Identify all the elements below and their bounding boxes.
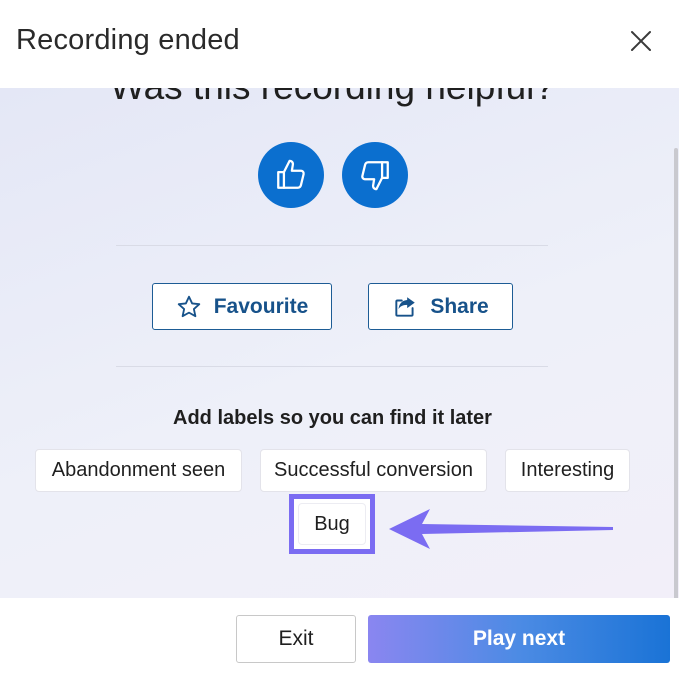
share-icon [395, 296, 416, 317]
dialog-content: Was this recording helpful? Favourite Sh… [0, 88, 679, 598]
label-chip-interesting[interactable]: Interesting [505, 449, 630, 492]
dialog-title: Recording ended [16, 24, 240, 56]
star-icon [177, 295, 200, 317]
label-chip-successful-conversion[interactable]: Successful conversion [260, 449, 487, 492]
label-chip-bug[interactable]: Bug [298, 503, 366, 545]
scrollbar[interactable] [674, 148, 678, 598]
thumbs-down-icon [361, 161, 389, 191]
close-button[interactable] [622, 24, 660, 58]
label-chip-abandonment-seen[interactable]: Abandonment seen [35, 449, 242, 492]
thumbs-up-button[interactable] [258, 142, 324, 208]
divider [116, 366, 548, 367]
favourite-label: Favourite [213, 294, 309, 318]
share-label: Share [430, 294, 489, 318]
play-next-button[interactable]: Play next [368, 615, 670, 663]
divider [116, 245, 548, 246]
thumbs-down-button[interactable] [342, 142, 408, 208]
arrow-left-icon [389, 509, 613, 549]
share-button[interactable]: Share [368, 283, 513, 330]
exit-button[interactable]: Exit [236, 615, 356, 663]
dialog-footer: Exit Play next [0, 598, 679, 679]
feedback-question: Was this recording helpful? [0, 88, 665, 108]
favourite-button[interactable]: Favourite [152, 283, 332, 330]
close-icon [631, 31, 651, 51]
thumbs-up-icon [277, 159, 305, 189]
dialog-header: Recording ended [0, 0, 679, 88]
labels-heading: Add labels so you can find it later [173, 407, 492, 429]
